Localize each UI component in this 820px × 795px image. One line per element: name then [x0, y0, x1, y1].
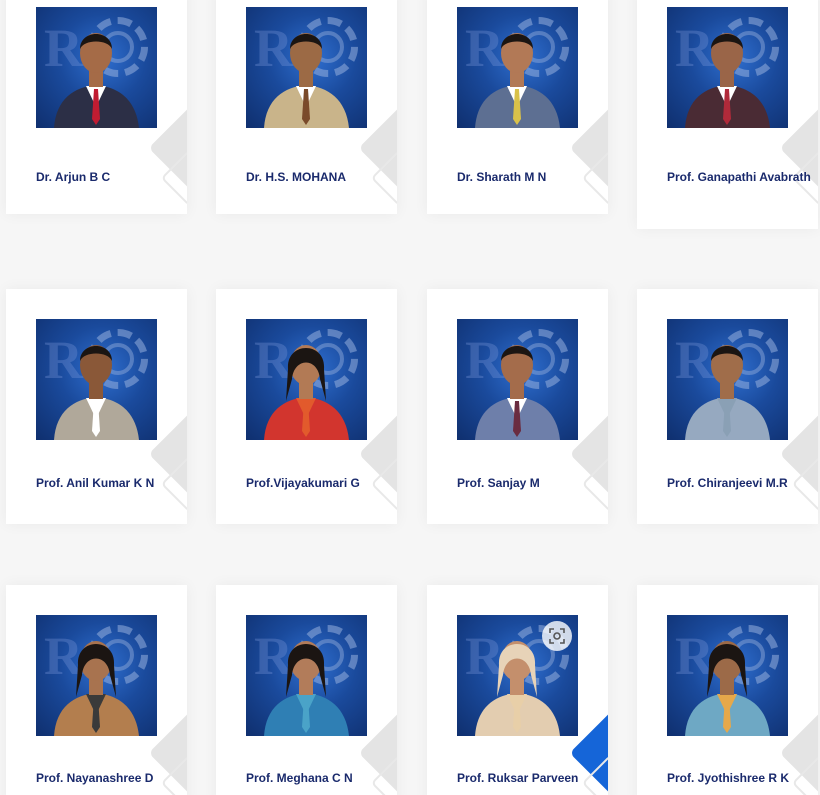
faculty-photo[interactable]: R: [457, 319, 578, 440]
faculty-card[interactable]: R Dr. H.S. MOHANA: [216, 0, 397, 214]
portrait: [475, 345, 560, 440]
faculty-photo[interactable]: R: [246, 7, 367, 128]
portrait: [685, 345, 770, 440]
portrait: [54, 641, 139, 736]
faculty-name[interactable]: Dr. Arjun B C: [36, 169, 184, 185]
faculty-name[interactable]: Prof. Anil Kumar K N: [36, 475, 184, 491]
faculty-photo[interactable]: R: [36, 7, 157, 128]
portrait: [685, 33, 770, 128]
faculty-name[interactable]: Prof. Sanjay M: [457, 475, 605, 491]
faculty-photo[interactable]: R: [667, 7, 788, 128]
portrait: [264, 33, 349, 128]
faculty-card[interactable]: R Prof. Anil Kumar K N: [6, 289, 187, 524]
faculty-photo[interactable]: R: [457, 615, 578, 736]
faculty-name[interactable]: Prof. Ganapathi Avabrath: [667, 169, 815, 185]
portrait: [475, 33, 560, 128]
faculty-card[interactable]: R Prof. Ruksar Parveen: [427, 585, 608, 795]
faculty-photo[interactable]: R: [36, 319, 157, 440]
portrait: [264, 345, 349, 440]
faculty-photo[interactable]: R: [457, 7, 578, 128]
faculty-photo[interactable]: R: [36, 615, 157, 736]
portrait: [685, 641, 770, 736]
faculty-name[interactable]: Prof. Jyothishree R K: [667, 770, 815, 786]
faculty-photo[interactable]: R: [246, 615, 367, 736]
portrait: [264, 641, 349, 736]
faculty-card[interactable]: R Prof. Sanjay M: [427, 289, 608, 524]
faculty-name[interactable]: Dr. Sharath M N: [457, 169, 605, 185]
portrait: [54, 33, 139, 128]
faculty-card[interactable]: R Prof. Jyothishree R K: [637, 585, 818, 795]
faculty-card[interactable]: R Prof. Ganapathi Avabrath: [637, 0, 818, 229]
faculty-name[interactable]: Prof.Vijayakumari G: [246, 475, 394, 491]
faculty-name[interactable]: Prof. Nayanashree D: [36, 770, 184, 786]
faculty-card[interactable]: R Prof. Nayanashree D: [6, 585, 187, 795]
faculty-card[interactable]: R Prof.Vijayakumari G: [216, 289, 397, 524]
faculty-name[interactable]: Dr. H.S. MOHANA: [246, 169, 394, 185]
faculty-photo[interactable]: R: [667, 615, 788, 736]
portrait: [54, 345, 139, 440]
faculty-name[interactable]: Prof. Meghana C N: [246, 770, 394, 786]
scan-glyph: [549, 628, 565, 644]
faculty-name[interactable]: Prof. Ruksar Parveen: [457, 770, 605, 786]
faculty-card[interactable]: R Dr. Arjun B C: [6, 0, 187, 214]
faculty-name[interactable]: Prof. Chiranjeevi M.R: [667, 475, 815, 491]
image-search-icon[interactable]: [542, 621, 572, 651]
faculty-card[interactable]: R Prof. Meghana C N: [216, 585, 397, 795]
faculty-photo[interactable]: R: [246, 319, 367, 440]
faculty-photo[interactable]: R: [667, 319, 788, 440]
faculty-card[interactable]: R Prof. Chiranjeevi M.R: [637, 289, 818, 524]
faculty-card[interactable]: R Dr. Sharath M N: [427, 0, 608, 214]
